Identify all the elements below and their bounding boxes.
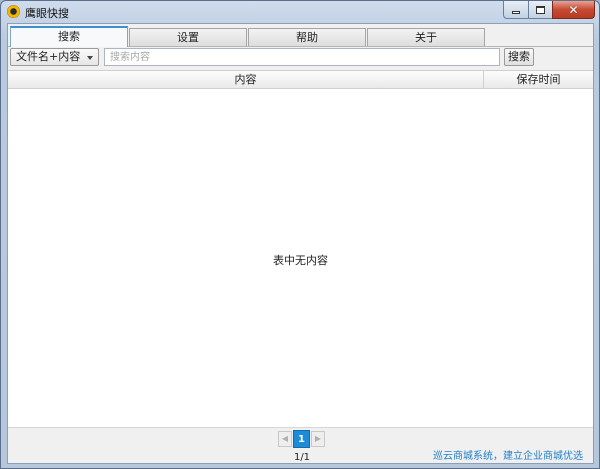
tab-help[interactable]: 帮助 (248, 28, 366, 47)
client-area: 搜索 设置 帮助 关于 文件名+内容 搜索 内容 保存时间 表中无内容 ◀ 1 (7, 23, 594, 464)
empty-table-message: 表中无内容 (273, 254, 328, 267)
window-controls: ✕ (503, 1, 595, 19)
close-icon: ✕ (568, 2, 579, 17)
previous-page-button[interactable]: ◀ (278, 431, 292, 447)
close-button[interactable]: ✕ (552, 1, 595, 19)
column-header-saved-time[interactable]: 保存时间 (484, 71, 593, 88)
table-header: 内容 保存时间 (8, 70, 593, 89)
maximize-icon (536, 5, 545, 14)
search-mode-select[interactable]: 文件名+内容 (10, 48, 99, 66)
next-page-button[interactable]: ▶ (311, 431, 325, 447)
minimize-button[interactable] (503, 1, 528, 19)
search-mode-value: 文件名+内容 (16, 50, 81, 63)
chevron-left-icon: ◀ (281, 434, 289, 443)
footer-bar: ◀ 1 ▶ 1/1 巡云商城系统，建立企业商城优选 (8, 427, 593, 463)
tab-bar: 搜索 设置 帮助 关于 (10, 26, 486, 47)
search-input[interactable] (104, 48, 500, 66)
table-body[interactable]: 表中无内容 (8, 89, 593, 427)
promo-link[interactable]: 巡云商城系统，建立企业商城优选 (433, 447, 583, 462)
tab-settings[interactable]: 设置 (129, 28, 247, 47)
column-header-content[interactable]: 内容 (8, 71, 484, 88)
eagle-eye-app-icon (7, 5, 20, 18)
window-title: 鹰眼快搜 (25, 7, 69, 20)
chevron-right-icon: ▶ (314, 434, 322, 443)
chevron-down-icon (87, 56, 93, 60)
page-number-button[interactable]: 1 (293, 430, 310, 448)
tab-search[interactable]: 搜索 (10, 26, 128, 47)
search-bar: 文件名+内容 搜索 (8, 48, 593, 68)
maximize-button[interactable] (528, 1, 552, 19)
page-count: 1/1 (293, 452, 311, 463)
app-window: 鹰眼快搜 ✕ 搜索 设置 帮助 关于 文件名+内容 搜索内容 搜索 内容 保存时… (0, 0, 600, 469)
minimize-icon (512, 11, 520, 14)
title-bar[interactable]: 鹰眼快搜 ✕ (1, 1, 599, 23)
search-button[interactable]: 搜索 (504, 48, 534, 66)
tab-about[interactable]: 关于 (367, 28, 485, 47)
